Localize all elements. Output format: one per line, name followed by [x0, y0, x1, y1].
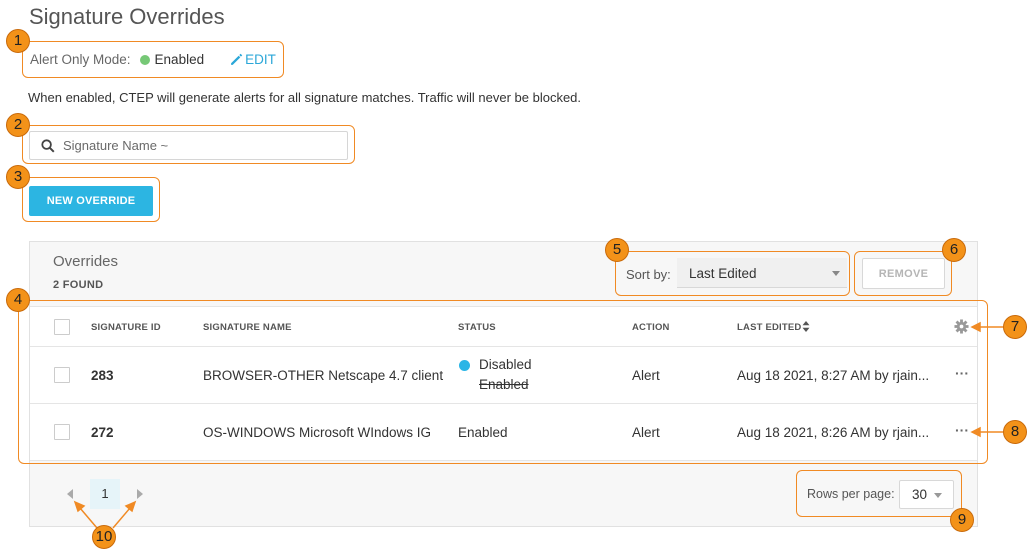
annotation-badge: 3	[6, 165, 30, 189]
annotation-arrows	[73, 321, 1003, 529]
annotation-badge: 4	[6, 288, 30, 312]
annotation-badge: 9	[950, 508, 974, 532]
annotation-badge: 6	[942, 238, 966, 262]
annotation-badge: 1	[6, 29, 30, 53]
annotation-badge: 10	[92, 525, 116, 549]
annotation-badge: 5	[605, 238, 629, 262]
annotation-badge: 8	[1003, 420, 1027, 444]
annotation-badge: 7	[1003, 315, 1027, 339]
annotation-badge: 2	[6, 113, 30, 137]
